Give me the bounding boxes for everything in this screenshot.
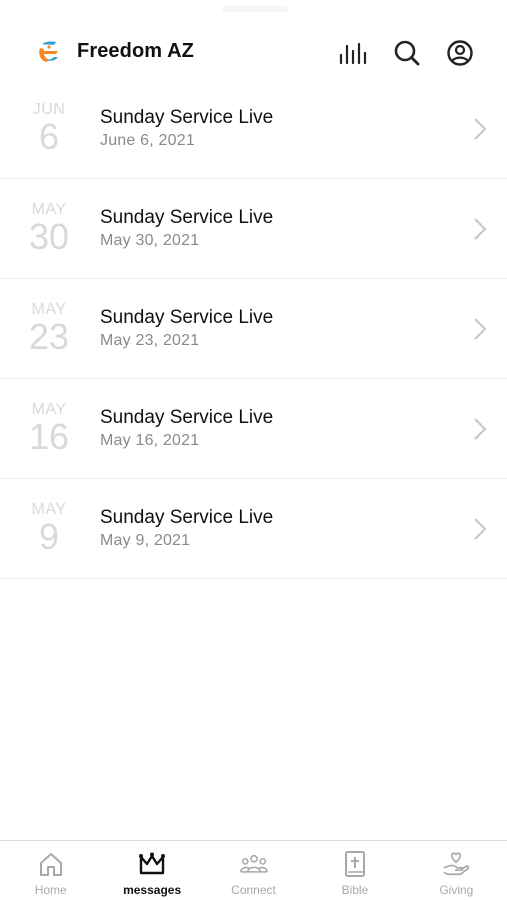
- account-icon[interactable]: [443, 36, 477, 70]
- bible-icon: [341, 850, 369, 878]
- chevron-right-icon: [474, 218, 487, 240]
- message-date: June 6, 2021: [100, 132, 195, 149]
- tab-label: Bible: [341, 883, 369, 897]
- chevron-right-icon: [474, 318, 487, 340]
- chevron-right-icon: [474, 418, 487, 440]
- tab-label: Connect: [231, 883, 276, 897]
- date-day: 9: [38, 516, 60, 557]
- bottom-tab-bar: Home messages Connect Bible Giving: [0, 840, 507, 900]
- message-title: Sunday Service Live: [100, 307, 274, 328]
- audio-bars-icon[interactable]: [336, 36, 370, 70]
- date-day: 16: [28, 416, 70, 457]
- date-badge: MAY 16: [22, 401, 76, 455]
- message-title: Sunday Service Live: [100, 407, 274, 428]
- message-title: Sunday Service Live: [100, 107, 274, 128]
- tab-label: Home: [34, 883, 67, 897]
- date-day: 23: [28, 316, 70, 357]
- date-badge: MAY 23: [22, 301, 76, 355]
- giving-hand-icon: [442, 850, 470, 878]
- status-indicator: [222, 6, 288, 12]
- people-icon: [239, 850, 268, 878]
- date-day: 30: [28, 216, 70, 257]
- message-row[interactable]: MAY 23 Sunday Service Live May 23, 2021: [0, 279, 507, 379]
- message-title: Sunday Service Live: [100, 507, 274, 528]
- date-badge: MAY 9: [22, 501, 76, 555]
- date-badge: JUN 6: [22, 101, 76, 155]
- date-badge: MAY 30: [22, 201, 76, 255]
- date-day: 6: [38, 116, 60, 157]
- message-title: Sunday Service Live: [100, 207, 274, 228]
- chevron-right-icon: [474, 118, 487, 140]
- message-date: May 23, 2021: [100, 332, 200, 349]
- message-row[interactable]: MAY 30 Sunday Service Live May 30, 2021: [0, 179, 507, 279]
- search-icon[interactable]: [390, 36, 424, 70]
- tab-connect[interactable]: Connect: [203, 841, 304, 900]
- message-row[interactable]: JUN 6 Sunday Service Live June 6, 2021: [0, 79, 507, 179]
- tab-label: Giving: [439, 883, 474, 897]
- tab-giving[interactable]: Giving: [406, 841, 507, 900]
- message-row[interactable]: MAY 9 Sunday Service Live May 9, 2021: [0, 479, 507, 579]
- crown-icon: [138, 850, 166, 878]
- home-icon: [37, 850, 65, 878]
- tab-messages[interactable]: messages: [101, 841, 202, 900]
- tab-home[interactable]: Home: [0, 841, 101, 900]
- messages-list: JUN 6 Sunday Service Live June 6, 2021 M…: [0, 79, 507, 579]
- tab-bible[interactable]: Bible: [304, 841, 405, 900]
- church-logo: [34, 38, 62, 66]
- message-date: May 9, 2021: [100, 532, 191, 549]
- tab-label: messages: [123, 883, 182, 897]
- app-header: Freedom AZ: [0, 0, 507, 80]
- chevron-right-icon: [474, 518, 487, 540]
- message-date: May 30, 2021: [100, 232, 200, 249]
- app-title: Freedom AZ: [77, 40, 194, 62]
- message-row[interactable]: MAY 16 Sunday Service Live May 16, 2021: [0, 379, 507, 479]
- message-date: May 16, 2021: [100, 432, 200, 449]
